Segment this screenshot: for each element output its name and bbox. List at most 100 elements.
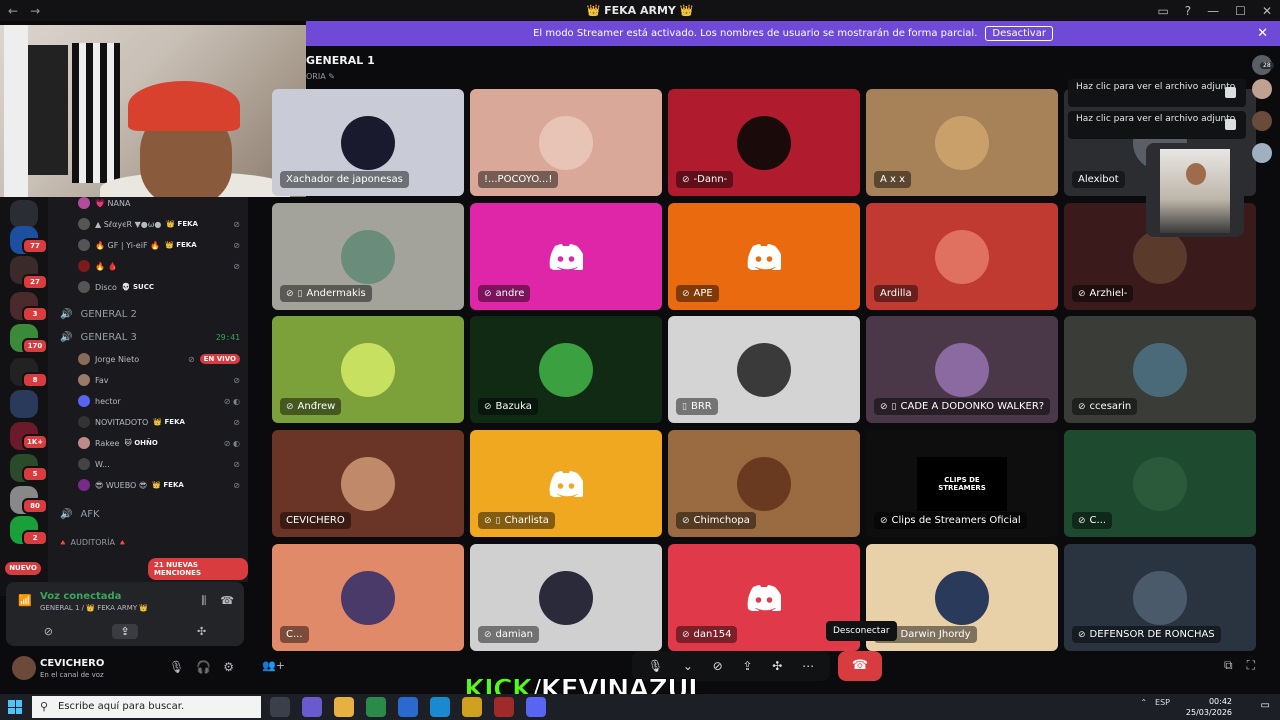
participant-tile[interactable]: ⊘ ▯ CADE A DODONKO WALKER? xyxy=(866,316,1058,423)
taskbar-search[interactable]: ⚲ Escribe aquí para buscar. xyxy=(32,696,261,718)
settings-icon[interactable]: ⚙ xyxy=(223,660,234,674)
forward-icon[interactable]: → xyxy=(30,4,40,18)
fullscreen-icon[interactable]: ⛶ xyxy=(1247,658,1255,673)
participant-tile[interactable]: ▯ BRR xyxy=(668,316,860,423)
participant-tile[interactable]: ⊘ C... xyxy=(1064,430,1256,537)
voice-member[interactable]: 🔥 🩸 ⊘ xyxy=(78,257,240,275)
microphone-icon[interactable]: 🎙 xyxy=(648,659,663,673)
voice-member[interactable]: hector ⊘ ◐ xyxy=(78,392,240,410)
close-banner-icon[interactable]: ✕ xyxy=(1257,26,1268,41)
deactivate-button[interactable]: Desactivar xyxy=(985,26,1053,41)
edit-icon[interactable]: ✎ xyxy=(328,72,335,81)
noise-suppression-icon[interactable]: ⫼ xyxy=(201,594,206,608)
back-icon[interactable]: ← xyxy=(8,4,18,18)
voice-channel-subtitle[interactable]: ORIA ✎ xyxy=(306,72,335,81)
screen-share-icon[interactable]: ⇪ xyxy=(742,659,752,673)
participant-label: Clips de Streamers Oficial xyxy=(891,515,1021,526)
signal-icon[interactable]: 📶 xyxy=(18,594,32,607)
new-mentions-pill[interactable]: 21 NUEVAS MENCIONES xyxy=(148,558,248,580)
chrome-icon[interactable] xyxy=(462,697,482,717)
participant-tile[interactable]: ⊘ APE xyxy=(668,203,860,310)
notifications-icon[interactable]: ▭ xyxy=(1261,700,1270,711)
task-view-icon[interactable] xyxy=(270,697,290,717)
obs-icon[interactable] xyxy=(494,697,514,717)
participant-tile[interactable]: Ardilla xyxy=(866,203,1058,310)
participant-tile[interactable]: ⊘ Chimchopa xyxy=(668,430,860,537)
muted-icon: ⊘ xyxy=(286,401,294,412)
avatar[interactable] xyxy=(1252,111,1272,131)
taskbar-clock[interactable]: 00:42 25/03/2026 xyxy=(1186,696,1232,718)
mail-icon[interactable] xyxy=(398,697,418,717)
participant-tile[interactable]: Xachador de japonesas xyxy=(272,89,464,196)
voice-member[interactable]: 😎 WUEBO 😎 👑 FEKA ⊘ xyxy=(78,476,240,494)
copilot-icon[interactable] xyxy=(302,697,322,717)
avatar[interactable] xyxy=(1252,79,1272,99)
camera-off-icon[interactable]: ⊘ xyxy=(713,659,723,673)
activities-icon[interactable]: ✣ xyxy=(197,625,206,638)
server-badge: 170 xyxy=(22,338,48,354)
close-window-button[interactable]: ✕ xyxy=(1262,4,1272,18)
voice-channel-general-3[interactable]: 🔊 GENERAL 3 29:41 xyxy=(60,328,240,346)
minimize-button[interactable]: — xyxy=(1207,4,1219,18)
disconnect-icon[interactable]: ☎ xyxy=(220,594,234,608)
participant-tile[interactable]: ⊘ Bazuka xyxy=(470,316,662,423)
maximize-button[interactable]: ☐ xyxy=(1235,4,1246,18)
participant-tile[interactable]: ⊘ ccesarin xyxy=(1064,316,1256,423)
help-icon[interactable]: ? xyxy=(1185,4,1191,18)
invite-people-icon[interactable]: 👥+ xyxy=(262,659,285,672)
participant-tile[interactable]: ⊘ damian xyxy=(470,544,662,651)
voice-member[interactable]: Rakee 🐱 OHÑO ⊘ ◐ xyxy=(78,434,240,452)
screen-share-icon[interactable]: ⇪ xyxy=(112,623,138,639)
avatar[interactable] xyxy=(1252,143,1272,163)
edge-icon[interactable] xyxy=(430,697,450,717)
voice-status[interactable]: Voz conectada xyxy=(40,591,121,602)
tray-chevron-icon[interactable]: ⌃ xyxy=(1140,698,1147,707)
voice-channel-afk[interactable]: 🔊 AFK xyxy=(60,505,240,523)
voice-location[interactable]: GENERAL 1 / 👑 FEKA ARMY 👑 xyxy=(40,604,148,612)
picture-in-picture-video[interactable] xyxy=(1146,143,1244,237)
participant-tile[interactable]: ⊘ Anđrew xyxy=(272,316,464,423)
participant-tile[interactable]: ⊘ -Dann- xyxy=(668,89,860,196)
voice-member[interactable]: ▲ SℓαуєR ▼●ω● 👑 FEKA ⊘ xyxy=(78,215,240,233)
username[interactable]: CEVICHERO xyxy=(40,658,104,669)
store-icon[interactable] xyxy=(366,697,386,717)
participant-tile[interactable]: CEVICHERO xyxy=(272,430,464,537)
popout-icon[interactable]: ⧉ xyxy=(1224,658,1233,673)
participant-tile[interactable]: C... xyxy=(272,544,464,651)
voice-member[interactable]: W... ⊘ xyxy=(78,455,240,473)
avatar[interactable] xyxy=(12,656,36,680)
language-indicator[interactable]: ESP xyxy=(1155,698,1170,707)
disconnect-button[interactable]: ☎ xyxy=(838,651,882,681)
participant-tile[interactable]: ⊘ ▯ Charlista xyxy=(470,430,662,537)
discord-icon[interactable] xyxy=(526,697,546,717)
participant-label: CEVICHERO xyxy=(286,515,345,526)
chevron-down-icon[interactable]: ⌄ xyxy=(683,659,693,673)
participant-tile[interactable]: ⊘ ▯ Andermakis xyxy=(272,203,464,310)
headphones-icon[interactable]: 🎧 xyxy=(196,660,211,674)
microphone-icon[interactable]: 🎙 xyxy=(169,660,184,674)
participant-tile[interactable]: !...POCOYO...! xyxy=(470,89,662,196)
attachment-notice[interactable]: Haz clic para ver el archivo adjunto xyxy=(1068,79,1246,107)
participant-tile[interactable]: ⊘ DEFENSOR DE RONCHAS xyxy=(1064,544,1256,651)
file-explorer-icon[interactable] xyxy=(334,697,354,717)
start-button[interactable] xyxy=(8,700,22,714)
avatar xyxy=(935,230,989,284)
attachment-notice[interactable]: Haz clic para ver el archivo adjunto xyxy=(1068,111,1246,139)
voice-member[interactable]: Disco 💀 SUCC xyxy=(78,278,240,296)
new-badge[interactable]: NUEVO xyxy=(5,562,41,575)
participant-tile[interactable]: ⊘ andre xyxy=(470,203,662,310)
voice-member[interactable]: NOVITADOTO 👑 FEKA ⊘ xyxy=(78,413,240,431)
inbox-icon[interactable]: ▭ xyxy=(1157,4,1168,18)
voice-member[interactable]: 🔥 GF | Yi-eiF 🔥 👑 FEKA ⊘ xyxy=(78,236,240,254)
voice-member[interactable]: Jorge Nieto ⊘ EN VIVO xyxy=(78,350,240,368)
more-icon[interactable]: ⋯ xyxy=(802,659,814,673)
activities-icon[interactable]: ✣ xyxy=(772,659,782,673)
camera-off-icon[interactable]: ⊘ xyxy=(44,625,53,638)
server-icon[interactable] xyxy=(10,200,38,228)
server-icon[interactable] xyxy=(10,390,38,418)
voice-channel-general-2[interactable]: 🔊 GENERAL 2 xyxy=(60,305,240,323)
participant-tile[interactable]: A x x xyxy=(866,89,1058,196)
category-auditoria[interactable]: 🔺 AUDITORÍA 🔺 xyxy=(58,538,127,547)
participant-tile[interactable]: CLIPS DE STREAMERS ⊘ Clips de Streamers Of… xyxy=(866,430,1058,537)
voice-member[interactable]: Fav ⊘ xyxy=(78,371,240,389)
